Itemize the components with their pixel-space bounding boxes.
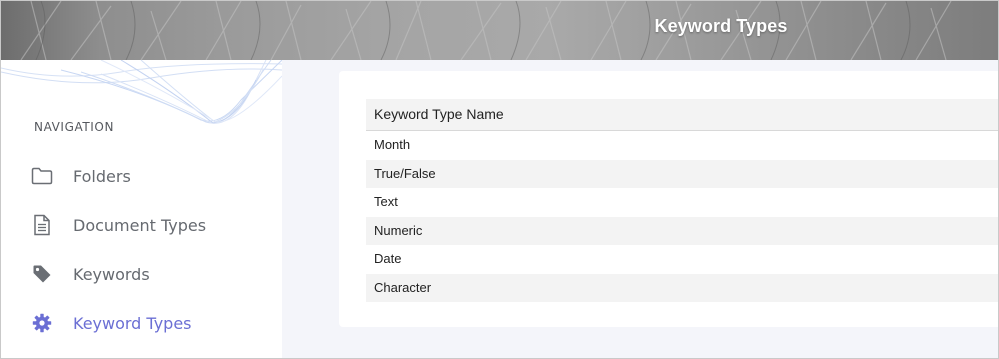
navigation-heading: NAVIGATION [34,120,115,134]
app-window: Keyword Types NAVIGATION Folders Documen… [0,0,999,359]
sidebar-item-keyword-types[interactable]: Keyword Types [31,308,271,338]
table-cell: Character [374,279,432,295]
gear-icon [31,312,53,334]
table-row[interactable]: Text [366,188,998,217]
table-row[interactable]: True/False [366,159,998,188]
table-cell: True/False [374,165,436,181]
sidebar-item-label: Keywords [73,264,150,284]
sidebar-navigation: NAVIGATION Folders Document Types Keywor… [1,60,282,358]
table-header[interactable]: Keyword Type Name [366,99,998,131]
folder-icon [31,165,53,187]
table-row[interactable]: Date [366,245,998,274]
header-banner: Keyword Types [1,1,998,60]
table-row[interactable]: Character [366,273,998,302]
table-cell: Month [374,137,411,152]
sidebar-item-label: Document Types [73,215,207,235]
tag-icon [31,263,53,285]
sidebar-item-folders[interactable]: Folders [31,161,271,191]
table-cell: Date [374,251,402,266]
sidebar-item-document-types[interactable]: Document Types [31,210,271,240]
column-header-keyword-type-name: Keyword Type Name [374,106,504,122]
table-row[interactable]: Numeric [366,216,998,245]
sidebar-item-keywords[interactable]: Keywords [31,259,271,289]
table-cell: Numeric [374,222,423,238]
table-row[interactable]: Month [366,131,998,160]
keyword-types-table: Keyword Type Name Month True/False Text … [366,99,998,302]
sidebar-item-label: Keyword Types [73,313,192,333]
page-title: Keyword Types [654,16,788,36]
sidebar-item-label: Folders [73,166,131,186]
document-icon [31,214,53,236]
table-cell: Text [374,194,398,209]
